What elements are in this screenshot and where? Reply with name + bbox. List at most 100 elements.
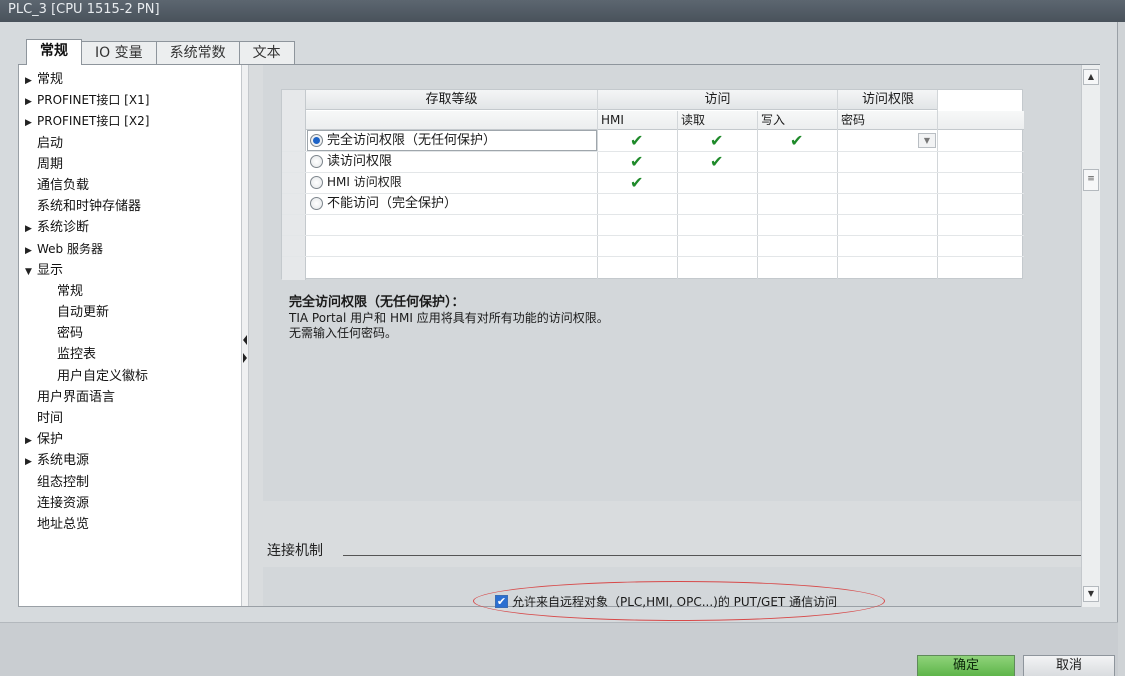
scroll-up-button[interactable]: ▲ [1083, 69, 1099, 85]
put-get-access-option[interactable]: ✔ 允许来自远程对象（PLC,HMI, OPC...)的 PUT/GET 通信访… [495, 593, 837, 610]
access-option-label: 不能访问（完全保护） [327, 196, 458, 211]
nav-item-time[interactable]: 时间 [19, 408, 241, 429]
window-titlebar: PLC_3 [CPU 1515-2 PN] [0, 0, 1125, 22]
nav-item-system-clock-memory[interactable]: 系统和时钟存储器 [19, 196, 241, 217]
collapse-arrow-icon: ▼ [25, 266, 32, 277]
expand-arrow-icon: ▶ [25, 118, 32, 129]
cancel-button[interactable]: 取消 [1023, 655, 1115, 676]
properties-panel: ▶ 常规 ▶ PROFINET接口 [X1] ▶ PROFINET接口 [X2] 启动… [18, 65, 1100, 621]
nav-item-config-control[interactable]: 组态控制 [19, 472, 241, 493]
check-icon: ✔ [790, 131, 804, 150]
row-header-column [282, 90, 306, 280]
nav-item-profinet-x2[interactable]: ▶ PROFINET接口 [X2] [19, 111, 241, 132]
row-divider [282, 256, 1024, 257]
nav-item-auto-update[interactable]: 自动更新 [19, 302, 241, 323]
nav-item-display[interactable]: ▼ 显示 [19, 260, 241, 281]
nav-item-display-general[interactable]: 常规 [19, 281, 241, 302]
put-get-checkbox-label: 允许来自远程对象（PLC,HMI, OPC...)的 PUT/GET 通信访问 [512, 595, 838, 609]
dialog-footer: 确定 取消 [0, 622, 1118, 676]
radio-button-selected[interactable] [310, 134, 323, 147]
col-header-write: 写入 [761, 113, 786, 127]
nav-item-system-power[interactable]: ▶ 系统电源 [19, 450, 241, 471]
nav-item-connection-resources[interactable]: 连接资源 [19, 493, 241, 514]
col-header-password: 密码 [841, 113, 866, 127]
expand-arrow-icon: ▶ [25, 245, 32, 256]
vertical-scrollbar[interactable]: ▲ ≡ ▼ [1081, 65, 1100, 607]
radio-button[interactable] [310, 155, 323, 168]
grip-icon: ≡ [1087, 174, 1095, 184]
column-divider [677, 111, 678, 280]
nav-item-address-overview[interactable]: 地址总览 [19, 514, 241, 535]
access-option-hmi[interactable]: HMI 访问权限 [310, 172, 402, 193]
access-option-read[interactable]: 读访问权限 [310, 151, 392, 172]
col-header-hmi: HMI [601, 113, 624, 127]
col-header-access: 访问 [598, 90, 837, 110]
tab-system-constants[interactable]: 系统常数 [155, 41, 240, 65]
scroll-down-button[interactable]: ▼ [1083, 586, 1099, 602]
col-header-access-level: 存取等级 [306, 90, 597, 110]
nav-item-watch-tables[interactable]: 监控表 [19, 344, 241, 365]
navigation-tree: ▶ 常规 ▶ PROFINET接口 [X1] ▶ PROFINET接口 [X2] 启动… [19, 65, 241, 606]
expand-arrow-icon: ▶ [25, 457, 32, 468]
tab-texts[interactable]: 文本 [238, 41, 295, 65]
expand-arrow-icon: ▶ [25, 436, 32, 447]
access-level-description: 完全访问权限（无任何保护）： TIA Portal 用户和 HMI 应用将具有对… [289, 291, 989, 341]
nav-item-system-diagnostics[interactable]: ▶ 系统诊断 [19, 217, 241, 238]
ok-button[interactable]: 确定 [917, 655, 1015, 676]
radio-button[interactable] [310, 176, 323, 189]
column-divider [757, 111, 758, 280]
column-divider [597, 90, 598, 280]
nav-item-ui-language[interactable]: 用户界面语言 [19, 387, 241, 408]
nav-item-password[interactable]: 密码 [19, 323, 241, 344]
nav-item-startup[interactable]: 启动 [19, 133, 241, 154]
arrow-up-icon: ▲ [1087, 72, 1095, 81]
column-divider [937, 90, 938, 280]
column-divider [837, 90, 838, 280]
nav-item-cycle[interactable]: 周期 [19, 154, 241, 175]
expand-arrow-icon: ▶ [25, 76, 32, 86]
access-option-none[interactable]: 不能访问（完全保护） [310, 193, 457, 214]
row-divider [282, 214, 1024, 215]
access-option-label: 读访问权限 [327, 154, 393, 169]
check-icon: ✔ [630, 173, 644, 192]
protection-section: 存取等级 访问 访问权限 HMI 读取 写入 密码 完全访问权限（无任何保护） … [263, 65, 1097, 501]
arrow-down-icon: ▼ [1087, 589, 1095, 598]
description-title: 完全访问权限（无任何保护）： [289, 295, 465, 310]
col-header-read: 读取 [681, 113, 706, 127]
password-dropdown-button[interactable]: ▼ [918, 133, 936, 148]
collapse-left-icon[interactable] [243, 335, 247, 345]
nav-item-user-logo[interactable]: 用户自定义徽标 [19, 366, 241, 387]
access-option-full[interactable]: 完全访问权限（无任何保护） [310, 130, 496, 151]
nav-item-comm-load[interactable]: 通信负载 [19, 175, 241, 196]
scroll-thumb[interactable]: ≡ [1083, 169, 1099, 191]
description-line: 无需输入任何密码。 [289, 326, 398, 340]
access-option-label: 完全访问权限（无任何保护） [327, 133, 497, 148]
check-icon: ✔ [710, 152, 724, 171]
nav-item-general[interactable]: ▶ 常规 [19, 69, 241, 90]
row-divider [282, 235, 1024, 236]
properties-dialog: 常规 IO 变量 系统常数 文本 ▶ 常规 ▶ PROFINET接口 [X1] ▶ P… [0, 22, 1118, 676]
nav-splitter[interactable] [241, 65, 249, 606]
nav-item-profinet-x1[interactable]: ▶ PROFINET接口 [X1] [19, 90, 241, 111]
check-icon: ✔ [710, 131, 724, 150]
window-title: PLC_3 [CPU 1515-2 PN] [8, 2, 160, 17]
expand-arrow-icon: ▶ [25, 97, 32, 108]
tab-io-tags[interactable]: IO 变量 [81, 41, 157, 65]
nav-item-protection[interactable]: ▶ 保护 [19, 429, 241, 450]
expand-right-icon[interactable] [243, 353, 247, 363]
col-header-permission: 访问权限 [838, 90, 938, 110]
tab-bar: 常规 IO 变量 系统常数 文本 [26, 39, 295, 65]
section-divider [343, 555, 1097, 556]
connection-mechanism-heading: 连接机制 [267, 543, 323, 559]
row-divider [282, 151, 1024, 152]
expand-arrow-icon: ▶ [25, 224, 32, 235]
nav-item-web-server[interactable]: ▶ Web 服务器 [19, 239, 241, 260]
tab-general[interactable]: 常规 [26, 39, 82, 65]
chevron-down-icon: ▼ [923, 136, 931, 145]
radio-button[interactable] [310, 197, 323, 210]
check-icon: ✔ [630, 131, 644, 150]
check-icon: ✔ [630, 152, 644, 171]
put-get-checkbox[interactable]: ✔ [495, 595, 508, 608]
content-area: 存取等级 访问 访问权限 HMI 读取 写入 密码 完全访问权限（无任何保护） … [249, 65, 1097, 621]
description-line: TIA Portal 用户和 HMI 应用将具有对所有功能的访问权限。 [289, 311, 609, 325]
